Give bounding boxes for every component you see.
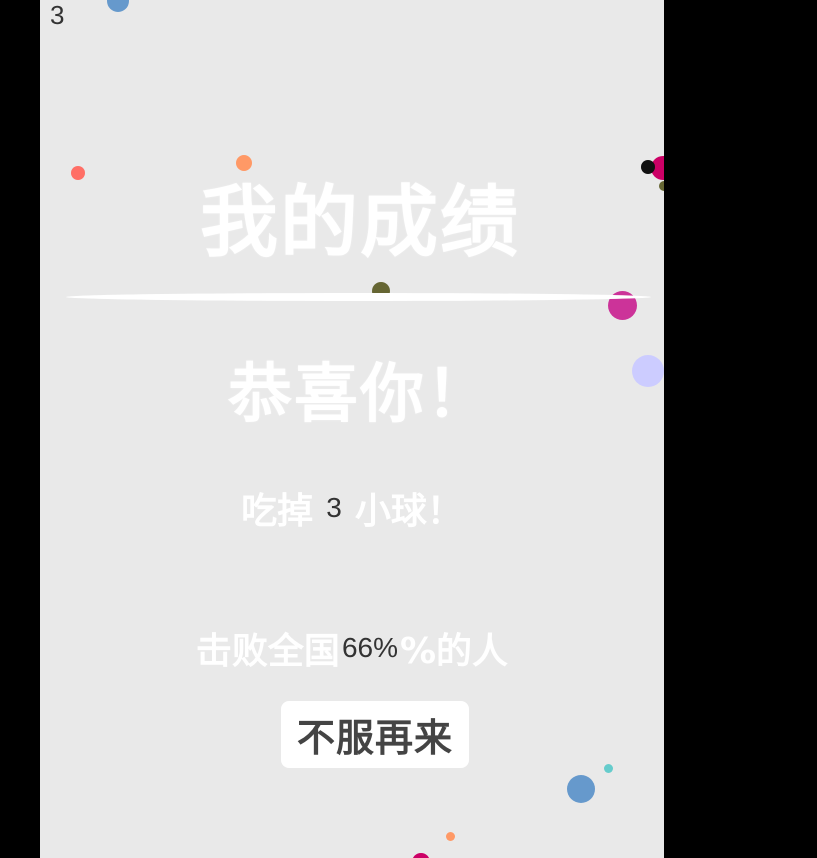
eaten-summary: 吃掉 3 小球！: [40, 482, 664, 534]
ball: [107, 0, 129, 12]
ball: [567, 775, 595, 803]
ball: [412, 853, 430, 858]
ball: [604, 764, 613, 773]
eaten-prefix: 吃掉: [241, 491, 314, 532]
title-divider: [66, 293, 651, 301]
eaten-suffix: 小球！: [354, 491, 463, 532]
rank-prefix: 击败全国: [195, 631, 340, 672]
congrats-text: 恭喜你！: [228, 358, 492, 432]
game-canvas[interactable]: 3 我的成绩 恭喜你！ 吃掉 3 小球！ 击败全国66%%的人 不服再来: [40, 0, 664, 858]
rank-percent: 66%: [341, 632, 398, 663]
result-title: 我的成绩: [199, 178, 520, 268]
rank-suffix: %的人: [399, 631, 509, 672]
eaten-count: 3: [326, 492, 342, 523]
ball: [446, 832, 455, 841]
score-counter: 3: [50, 0, 65, 30]
retry-button[interactable]: 不服再来: [281, 701, 469, 768]
rank-summary: 击败全国66%%的人: [40, 622, 664, 674]
